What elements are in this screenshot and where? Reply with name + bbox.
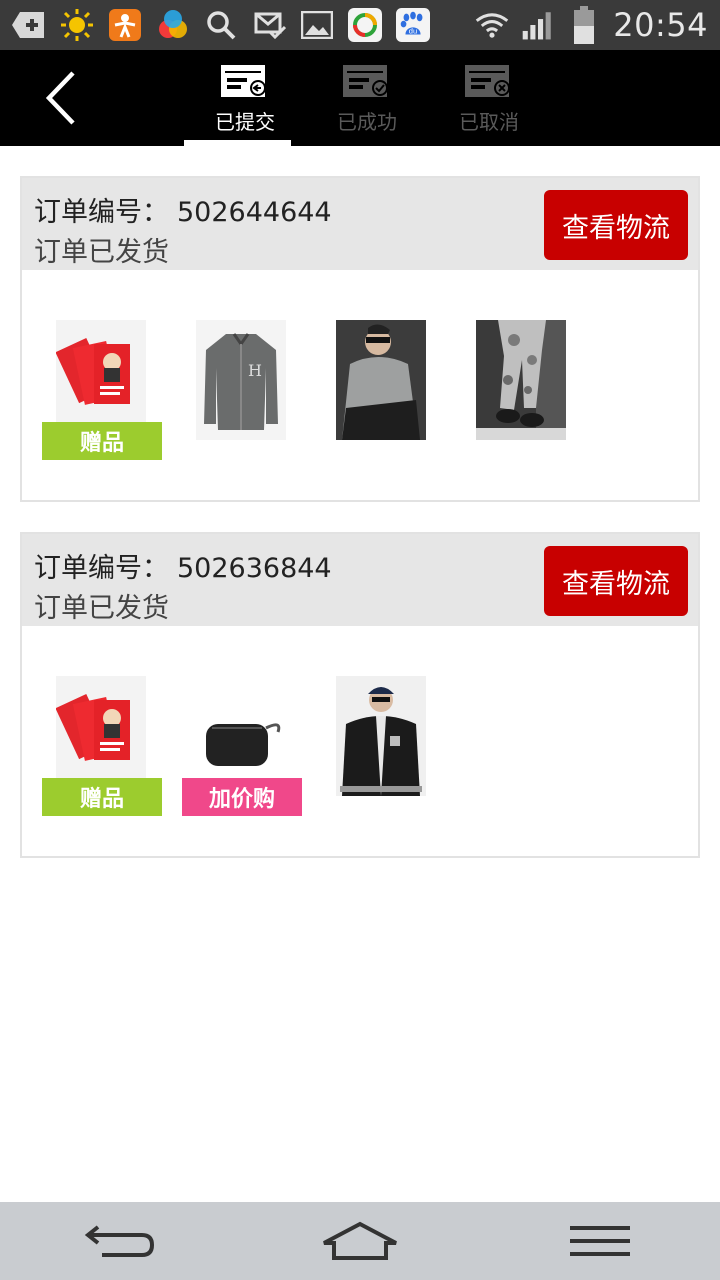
product-red-cards[interactable]: 赠品 xyxy=(42,320,162,460)
nav-home-button[interactable] xyxy=(305,1211,415,1271)
menu-icon xyxy=(570,1226,630,1256)
product-list: 赠品 H xyxy=(22,270,698,502)
mail-check-icon xyxy=(252,8,286,42)
add-icon xyxy=(12,8,46,42)
order-status: 订单已发货 xyxy=(34,593,169,624)
product-baseball-jacket[interactable] xyxy=(336,676,426,796)
svg-text:H: H xyxy=(248,361,262,380)
tab-label: 已取消 xyxy=(459,110,519,134)
app-icon xyxy=(108,8,142,42)
browser-icon xyxy=(348,8,382,42)
view-logistics-button[interactable]: 查看物流 xyxy=(544,546,688,616)
grey-jacket-image: H xyxy=(196,320,286,440)
header: 已提交 已成功 已取消 xyxy=(0,50,720,146)
product-camo-pants[interactable] xyxy=(476,320,566,440)
order-header: 订单编号： 502644644 订单已发货 查看物流 xyxy=(22,178,698,270)
wifi-icon xyxy=(475,8,509,42)
order-card: 订单编号： 502644644 订单已发货 查看物流 赠品 H xyxy=(20,176,700,502)
clock: 20:54 xyxy=(613,6,708,44)
signal-icon xyxy=(521,8,555,42)
tab-submitted[interactable]: 已提交 xyxy=(184,50,306,146)
black-pouch-image xyxy=(196,676,286,780)
order-number-row: 订单编号： 502644644 xyxy=(34,190,332,229)
order-status: 订单已发货 xyxy=(34,237,169,268)
order-header: 订单编号： 502636844 订单已发货 查看物流 xyxy=(22,534,698,626)
home-icon xyxy=(323,1221,397,1260)
addon-tag: 加价购 xyxy=(182,778,302,816)
order-card: 订单编号： 502636844 订单已发货 查看物流 赠品 加价购 xyxy=(20,532,700,858)
gallery-icon xyxy=(300,8,334,42)
tab-label: 已成功 xyxy=(337,110,397,134)
active-tab-indicator xyxy=(184,140,291,146)
order-number-label: 订单编号： xyxy=(34,197,169,228)
svg-text:du: du xyxy=(409,27,417,36)
tab-label: 已提交 xyxy=(215,110,275,134)
baidu-icon: du xyxy=(396,8,430,42)
order-number-row: 订单编号： 502636844 xyxy=(34,546,332,585)
status-bar: du 20:54 xyxy=(0,0,720,50)
back-arrow-icon xyxy=(84,1225,155,1257)
gift-tag: 赠品 xyxy=(42,778,162,816)
battery-icon xyxy=(567,6,601,44)
circles-icon xyxy=(156,8,190,42)
tab-bar: 已提交 已成功 已取消 xyxy=(184,50,550,146)
success-icon xyxy=(343,65,388,97)
order-number-label: 订单编号： xyxy=(34,553,169,584)
red-cards-image xyxy=(56,676,146,780)
view-logistics-button[interactable]: 查看物流 xyxy=(544,190,688,260)
product-sweatshirt[interactable] xyxy=(336,320,426,440)
system-nav-bar xyxy=(0,1202,720,1280)
chevron-left-icon xyxy=(45,71,75,125)
sweatshirt-man-image xyxy=(336,320,426,440)
product-list: 赠品 加价购 xyxy=(22,626,698,858)
product-grey-jacket[interactable]: H xyxy=(196,320,286,440)
order-number: 502644644 xyxy=(177,197,332,228)
submitted-icon xyxy=(221,65,266,97)
order-number: 502636844 xyxy=(177,553,332,584)
cancelled-icon xyxy=(465,65,510,97)
back-button[interactable] xyxy=(30,68,90,128)
baseball-jacket-man-image xyxy=(336,676,426,796)
gift-tag: 赠品 xyxy=(42,422,162,460)
sun-icon xyxy=(60,8,94,42)
product-red-cards[interactable]: 赠品 xyxy=(42,676,162,816)
nav-menu-button[interactable] xyxy=(545,1211,655,1271)
nav-back-button[interactable] xyxy=(65,1211,175,1271)
product-black-pouch[interactable]: 加价购 xyxy=(182,676,302,816)
camo-pants-image xyxy=(476,320,566,440)
search-icon xyxy=(204,8,238,42)
tab-success[interactable]: 已成功 xyxy=(306,50,428,146)
red-cards-image xyxy=(56,320,146,424)
tab-cancelled[interactable]: 已取消 xyxy=(428,50,550,146)
